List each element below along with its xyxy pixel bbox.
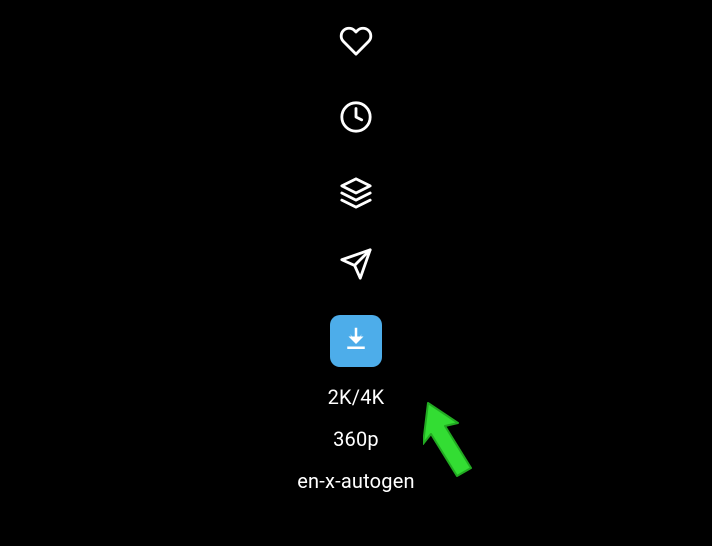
caption-language-option[interactable]: en-x-autogen	[297, 469, 415, 493]
action-column: 2K/4K 360p en-x-autogen	[0, 18, 712, 493]
send-icon	[339, 247, 373, 281]
layers-icon	[339, 176, 373, 210]
quality-option-high[interactable]: 2K/4K	[328, 385, 385, 409]
clock-icon	[339, 100, 373, 134]
share-button[interactable]	[333, 241, 379, 287]
watch-later-button[interactable]	[333, 94, 379, 140]
quality-option-low[interactable]: 360p	[333, 427, 379, 451]
download-icon	[341, 324, 371, 358]
heart-icon	[339, 24, 373, 58]
like-button[interactable]	[333, 18, 379, 64]
layers-button[interactable]	[333, 170, 379, 216]
download-button[interactable]	[330, 315, 382, 367]
